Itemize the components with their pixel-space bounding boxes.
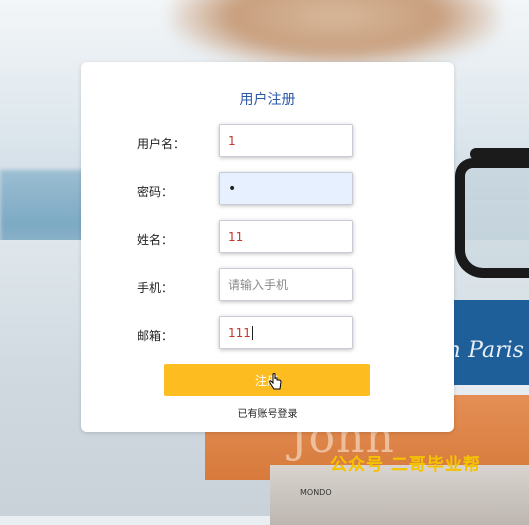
name-input[interactable]: 11 — [219, 220, 353, 253]
register-button[interactable]: 注册 — [164, 364, 370, 396]
register-card: 用户注册 用户名： 1 密码： • 姓名： 11 手机： 请输入手机 邮箱： 1… — [81, 62, 454, 432]
username-input[interactable]: 1 — [219, 124, 353, 157]
phone-label: 手机： — [137, 281, 174, 295]
text-caret — [251, 325, 253, 340]
username-value: 1 — [228, 133, 236, 148]
email-value: 111 — [228, 325, 251, 340]
form-title: 用户注册 — [239, 92, 296, 108]
book-bottom-label: MONDO — [300, 488, 332, 497]
login-link[interactable]: 已有账号登录 — [81, 405, 454, 420]
book-blue-title: h Paris — [447, 338, 524, 363]
email-label: 邮箱： — [137, 329, 174, 343]
password-label: 密码： — [137, 185, 174, 199]
phone-placeholder: 请输入手机 — [228, 278, 289, 292]
name-label: 姓名： — [137, 233, 174, 247]
sunglasses-image — [455, 158, 529, 278]
username-label: 用户名： — [137, 137, 186, 151]
email-input[interactable]: 111 — [219, 316, 353, 349]
phone-input[interactable]: 请输入手机 — [219, 268, 353, 301]
background-umbrella — [170, 0, 500, 70]
name-value: 11 — [228, 229, 244, 244]
watermark: 公众号 二哥毕业帮 — [330, 455, 481, 475]
password-input[interactable]: • — [219, 172, 353, 205]
hand-cursor-icon — [269, 373, 282, 390]
password-value: • — [228, 180, 237, 197]
